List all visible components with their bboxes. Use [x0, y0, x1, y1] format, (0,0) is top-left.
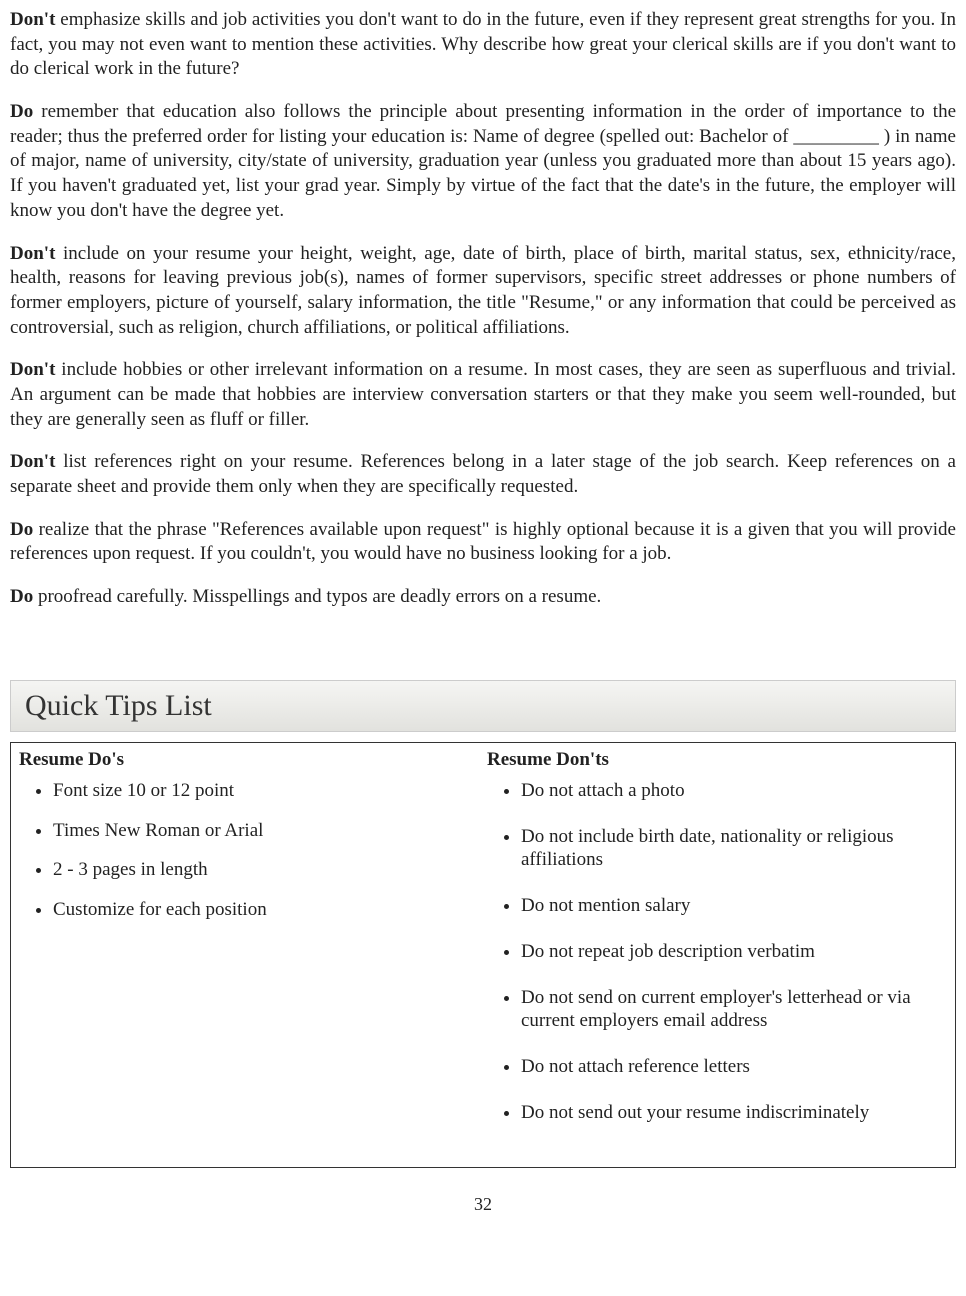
dos-heading: Resume Do's	[19, 749, 479, 771]
list-item: Do not mention salary	[521, 894, 947, 918]
resume-donts-column: Resume Don'ts Do not attach a photo Do n…	[483, 749, 951, 1147]
donts-heading: Resume Don'ts	[487, 749, 947, 771]
list-item: Customize for each position	[53, 898, 479, 922]
page-number: 32	[10, 1194, 956, 1215]
list-item: Do not repeat job description verbatim	[521, 940, 947, 964]
paragraph-dont-references: Don't list references right on your resu…	[10, 450, 956, 499]
quick-tips-box: Resume Do's Font size 10 or 12 point Tim…	[10, 742, 956, 1168]
emphasis-do: Do	[10, 586, 33, 607]
list-item: 2 - 3 pages in length	[53, 858, 479, 882]
list-item: Do not attach reference letters	[521, 1055, 947, 1079]
emphasis-dont: Don't	[10, 451, 55, 472]
list-item: Do not send on current employer's letter…	[521, 986, 947, 1034]
paragraph-text: remember that education also follows the…	[10, 101, 956, 221]
list-item: Font size 10 or 12 point	[53, 779, 479, 803]
dos-list: Font size 10 or 12 point Times New Roman…	[19, 779, 479, 922]
resume-dos-column: Resume Do's Font size 10 or 12 point Tim…	[15, 749, 483, 1147]
paragraph-text: list references right on your resume. Re…	[10, 451, 956, 497]
donts-list: Do not attach a photo Do not include bir…	[487, 779, 947, 1125]
paragraph-dont-emphasize: Don't emphasize skills and job activitie…	[10, 8, 956, 82]
list-item: Times New Roman or Arial	[53, 819, 479, 843]
paragraph-text: include on your resume your height, weig…	[10, 243, 956, 338]
quick-tips-header: Quick Tips List	[10, 680, 956, 732]
paragraph-dont-personal-info: Don't include on your resume your height…	[10, 242, 956, 341]
paragraph-do-education: Do remember that education also follows …	[10, 100, 956, 223]
list-item: Do not attach a photo	[521, 779, 947, 803]
emphasis-do: Do	[10, 519, 33, 540]
emphasis-dont: Don't	[10, 9, 55, 30]
list-item: Do not include birth date, nationality o…	[521, 825, 947, 873]
paragraph-dont-hobbies: Don't include hobbies or other irrelevan…	[10, 358, 956, 432]
list-item: Do not send out your resume indiscrimina…	[521, 1101, 947, 1125]
paragraph-text: realize that the phrase "References avai…	[10, 519, 956, 565]
paragraph-text: proofread carefully. Misspellings and ty…	[33, 586, 601, 607]
emphasis-dont: Don't	[10, 243, 55, 264]
paragraph-do-proofread: Do proofread carefully. Misspellings and…	[10, 585, 956, 610]
paragraph-do-references-phrase: Do realize that the phrase "References a…	[10, 518, 956, 567]
emphasis-dont: Don't	[10, 359, 55, 380]
paragraph-text: emphasize skills and job activities you …	[10, 9, 956, 79]
emphasis-do: Do	[10, 101, 33, 122]
paragraph-text: include hobbies or other irrelevant info…	[10, 359, 956, 429]
